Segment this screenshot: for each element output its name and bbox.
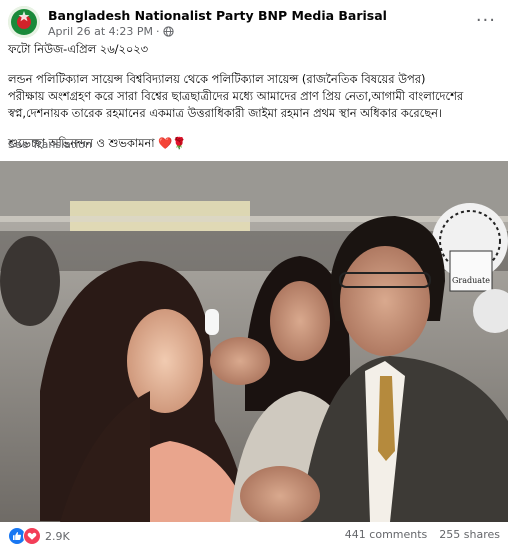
love-reaction-icon: [23, 527, 41, 545]
bnp-logo-icon: [8, 6, 40, 38]
graduate-sign: Graduate: [452, 276, 490, 285]
timestamp[interactable]: April 26 at 4:23 PM: [48, 25, 153, 38]
globe-icon: [162, 26, 174, 37]
post-text: ফটো নিউজ-এপ্রিল ২৬/২০২৩ লন্ডন পলিটিক্যাল…: [8, 41, 498, 152]
post-footer: 2.9K 441 comments 255 shares: [8, 527, 500, 549]
post-text-line: স্বপ্ন,দেশনায়ক তারেক রহমানের একমাত্র উত…: [8, 106, 442, 120]
comments-count[interactable]: 441 comments: [345, 528, 427, 541]
see-translation-link[interactable]: See Translation: [8, 138, 92, 151]
post-text-line: ফটো নিউজ-এপ্রিল ২৬/২০২৩: [8, 42, 149, 56]
page-avatar[interactable]: [8, 6, 40, 38]
post-meta: April 26 at 4:23 PM ·: [48, 25, 174, 38]
heart-rose-emoji: ❤️🌹: [158, 136, 187, 150]
post-header: Bangladesh Nationalist Party BNP Media B…: [8, 6, 502, 40]
post-text-line: লন্ডন পলিটিক্যাল সায়েন্স বিশ্ববিদ্যালয়…: [8, 72, 426, 86]
reaction-summary[interactable]: 2.9K: [8, 527, 70, 545]
author-name[interactable]: Bangladesh Nationalist Party BNP Media B…: [48, 8, 387, 23]
more-options-icon[interactable]: ···: [476, 10, 496, 31]
shares-count[interactable]: 255 shares: [439, 528, 500, 541]
reaction-count: 2.9K: [45, 529, 70, 543]
post-photo[interactable]: Graduate: [0, 161, 508, 522]
photo-image: Graduate: [0, 161, 508, 522]
post-card: Bangladesh Nationalist Party BNP Media B…: [0, 0, 508, 556]
post-text-line: পরীক্ষায় অংশগ্রহণ করে সারা বিশ্বের ছাত্…: [8, 89, 464, 103]
